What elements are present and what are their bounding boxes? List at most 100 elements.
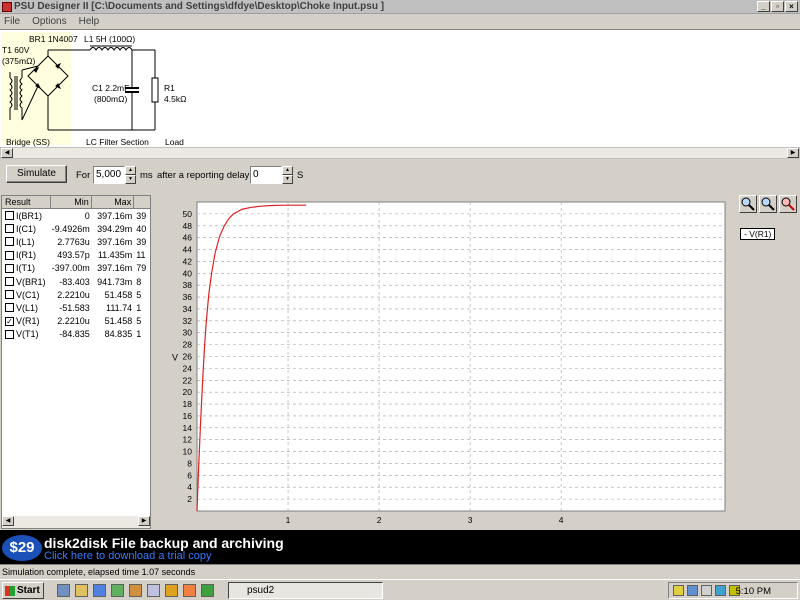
result-checkbox[interactable] xyxy=(5,329,14,339)
email-icon[interactable] xyxy=(165,584,178,597)
y-tick-label: 12 xyxy=(183,435,193,445)
table-row[interactable]: V(L1) -51.583 111.74 1 xyxy=(2,301,150,314)
result-name: I(T1) xyxy=(16,263,35,274)
table-row[interactable]: V(C1) 2.2210u 51.458 5 xyxy=(2,288,150,301)
result-name: V(C1) xyxy=(16,289,40,300)
chart-legend: - V(R1) xyxy=(740,228,776,240)
spin-up-icon[interactable]: ▲ xyxy=(282,166,293,175)
duration-spinner[interactable]: ▲ ▼ xyxy=(125,166,136,184)
y-tick-label: 46 xyxy=(183,233,193,243)
zoom-reset-icon xyxy=(781,197,795,211)
result-checkbox[interactable] xyxy=(5,290,14,300)
browser-icon[interactable] xyxy=(93,584,106,597)
duration-input[interactable]: 5,000 xyxy=(93,166,125,184)
tray-icon[interactable] xyxy=(701,585,712,596)
ad-download-link[interactable]: Click here to download a trial copy xyxy=(44,550,212,562)
y-tick-label: 2 xyxy=(187,494,192,504)
result-min: -51.583 xyxy=(59,302,90,313)
music-icon[interactable] xyxy=(201,584,214,597)
table-row[interactable]: I(L1) 2.7763u 397.16m 39 xyxy=(2,235,150,248)
result-min: -397.00m xyxy=(51,263,90,274)
x-tick-label: 1 xyxy=(286,515,291,525)
spin-up-icon[interactable]: ▲ xyxy=(125,166,136,175)
tray-icon[interactable] xyxy=(715,585,726,596)
media-icon[interactable] xyxy=(111,584,124,597)
result-checkbox[interactable] xyxy=(5,303,14,313)
results-scrollbar[interactable]: ◀ ▶ xyxy=(2,516,150,528)
window-title: PSU Designer II [C:\Documents and Settin… xyxy=(14,1,385,12)
header-extra[interactable] xyxy=(134,196,150,208)
inductor-symbol[interactable] xyxy=(89,45,155,51)
tool-icon[interactable] xyxy=(129,584,142,597)
section-load: Load xyxy=(165,137,184,147)
header-result[interactable]: Result xyxy=(2,196,52,208)
result-checkbox[interactable] xyxy=(5,224,14,234)
tray-icon[interactable] xyxy=(673,585,684,596)
rectifier-label: BR1 1N4007 xyxy=(29,34,78,44)
header-max[interactable]: Max xyxy=(92,196,135,208)
zoom-out-button[interactable] xyxy=(759,195,777,213)
taskbar: Start psud2 5:10 PM xyxy=(0,579,800,600)
simulate-button[interactable]: Simulate xyxy=(6,165,67,183)
result-name: I(R1) xyxy=(16,250,36,261)
voltage-chart[interactable]: 2468101214161820222426283032343638404244… xyxy=(151,195,731,529)
x-tick-label: 3 xyxy=(468,515,473,525)
scroll-right-icon[interactable]: ▶ xyxy=(138,516,150,526)
scroll-right-icon[interactable]: ▶ xyxy=(787,148,799,158)
schematic-scrollbar[interactable]: ◀ ▶ xyxy=(0,147,800,159)
spin-down-icon[interactable]: ▼ xyxy=(125,175,136,184)
header-min[interactable]: Min xyxy=(51,196,92,208)
delay-spinner[interactable]: ▲ ▼ xyxy=(282,166,293,184)
delay-label: after a reporting delay of xyxy=(157,170,260,181)
result-name-cell: V(BR1) xyxy=(2,277,51,287)
table-row[interactable]: V(T1) -84.835 84.835 1 xyxy=(2,328,150,341)
zoom-in-button[interactable] xyxy=(739,195,757,213)
table-row[interactable]: I(R1) 493.57p 11.435m 11 xyxy=(2,249,150,262)
ad-banner[interactable]: $29 disk2disk File backup and archiving … xyxy=(0,530,800,564)
start-button[interactable]: Start xyxy=(2,582,44,599)
result-checkbox[interactable] xyxy=(5,237,14,247)
plot-panel: 2 4 6 8 10 12 14 16 18 20 22 24 26 28 30 32 34 36 38 40 42 44… xyxy=(151,195,800,529)
table-row[interactable]: V(BR1) -83.403 941.73m 8 xyxy=(2,275,150,288)
s-label: S xyxy=(297,170,304,181)
menu-help[interactable]: Help xyxy=(79,16,100,27)
folder-icon[interactable] xyxy=(75,584,88,597)
y-tick-label: 40 xyxy=(183,268,193,278)
spin-down-icon[interactable]: ▼ xyxy=(282,175,293,184)
y-tick-label: 44 xyxy=(183,245,193,255)
simulation-toolbar: Simulate For 5,000 ▲ ▼ ms after a reporti… xyxy=(0,160,800,192)
result-max: 51.458 xyxy=(104,289,133,300)
table-row[interactable]: I(C1) -9.4926m 394.29m 40 xyxy=(2,222,150,235)
result-checkbox[interactable] xyxy=(5,211,14,221)
status-bar: Simulation complete, elapsed time 1.07 s… xyxy=(0,564,800,579)
zoom-reset-button[interactable] xyxy=(779,195,797,213)
tray-icon[interactable] xyxy=(687,585,698,596)
menu-file[interactable]: File xyxy=(4,16,20,27)
delay-input[interactable]: 0 xyxy=(250,166,282,184)
firefox-icon[interactable] xyxy=(183,584,196,597)
table-row[interactable]: ✓ V(R1) 2.2210u 51.458 5 xyxy=(2,315,150,328)
result-max: 941.73m xyxy=(97,276,133,287)
scroll-left-icon[interactable]: ◀ xyxy=(1,148,13,158)
section-bridge: Bridge (SS) xyxy=(6,137,50,147)
desktop-icon[interactable] xyxy=(57,584,70,597)
taskbar-task-psud2[interactable]: psud2 xyxy=(228,582,383,599)
menu-options[interactable]: Options xyxy=(32,16,66,27)
result-max: 11.435m xyxy=(97,250,133,261)
table-row[interactable]: I(BR1) 0 397.16m 39 xyxy=(2,209,150,222)
result-checkbox[interactable] xyxy=(5,263,14,273)
result-extra: 5 xyxy=(136,316,142,327)
result-min: -84.835 xyxy=(59,329,90,340)
result-checkbox[interactable] xyxy=(5,250,14,260)
load-label: R1 xyxy=(164,83,175,93)
result-checkbox[interactable] xyxy=(5,277,14,287)
resistor-symbol[interactable] xyxy=(151,50,159,130)
result-min: 2.2210u xyxy=(57,289,90,300)
minimize-button[interactable]: _ xyxy=(757,1,770,12)
maximize-button[interactable]: ▫ xyxy=(771,1,784,12)
app-quicklaunch-icon[interactable] xyxy=(147,584,160,597)
table-row[interactable]: I(T1) -397.00m 397.16m 79 xyxy=(2,262,150,275)
scroll-left-icon[interactable]: ◀ xyxy=(2,516,14,526)
close-button[interactable]: × xyxy=(785,1,798,12)
result-checkbox[interactable]: ✓ xyxy=(5,316,14,326)
